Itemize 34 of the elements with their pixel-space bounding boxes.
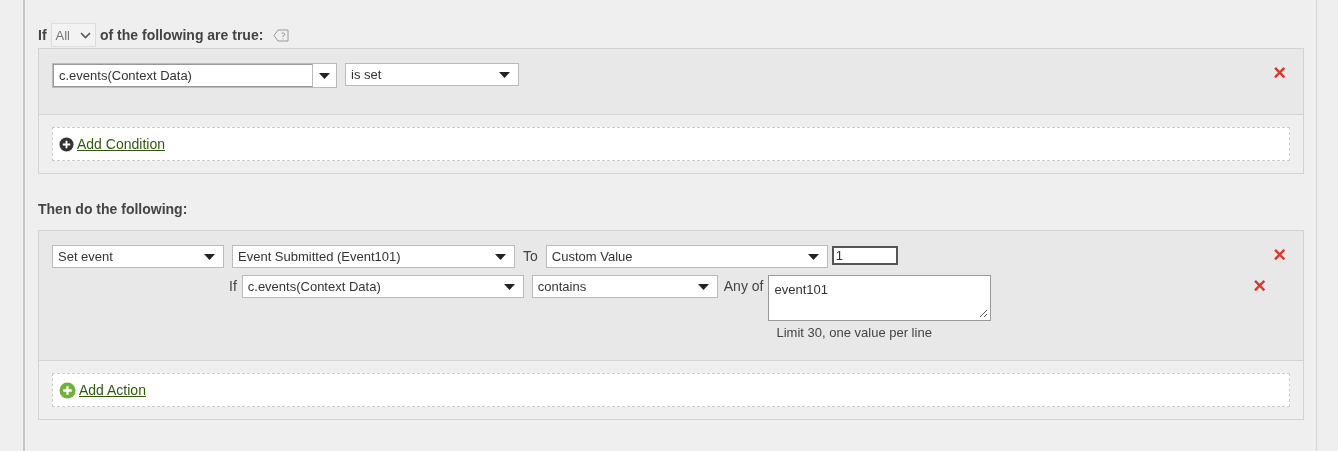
target-select[interactable]: Event Submitted (Event101) (232, 245, 515, 268)
plus-circle-icon (59, 381, 76, 399)
action-type-select[interactable]: Set event (52, 245, 224, 268)
header-text: If (38, 27, 47, 43)
field-select[interactable]: c.events(Context Data) (241, 275, 524, 298)
plus-circle-icon (59, 136, 74, 152)
remove-icon[interactable]: × (1273, 65, 1286, 81)
values-textarea[interactable]: event101 (768, 275, 992, 321)
caret-icon (697, 283, 709, 290)
operator-select[interactable]: is set (345, 63, 519, 86)
caret-icon (319, 72, 330, 79)
caret-icon (503, 283, 515, 290)
chevron-down-icon (80, 31, 91, 39)
field-combobox[interactable]: c.events(Context Data) (52, 63, 337, 88)
header-text: of the following are true: (100, 27, 264, 43)
value-input[interactable]: 1 (831, 246, 898, 265)
remove-icon[interactable]: × (1273, 247, 1286, 263)
value-type-select[interactable]: Custom Value (545, 245, 828, 268)
operator-select[interactable]: contains (531, 275, 718, 298)
if-label: If (229, 277, 237, 296)
caret-icon (499, 71, 510, 78)
add-condition-link[interactable]: Add Condition (77, 136, 165, 152)
help-tag-icon (273, 28, 290, 42)
any-of-label: Any of (723, 277, 764, 296)
add-action-link[interactable]: Add Action (79, 382, 146, 398)
remove-icon[interactable]: × (1253, 278, 1266, 294)
resize-grip-icon (979, 309, 989, 318)
quantifier-select[interactable]: All (50, 23, 96, 47)
to-label: To (523, 247, 538, 266)
hint-text: Limit 30, one value per line (776, 325, 933, 340)
caret-icon (807, 253, 819, 260)
caret-icon (204, 253, 215, 260)
section-heading: Then do the following: (38, 201, 188, 217)
caret-icon (495, 253, 506, 260)
